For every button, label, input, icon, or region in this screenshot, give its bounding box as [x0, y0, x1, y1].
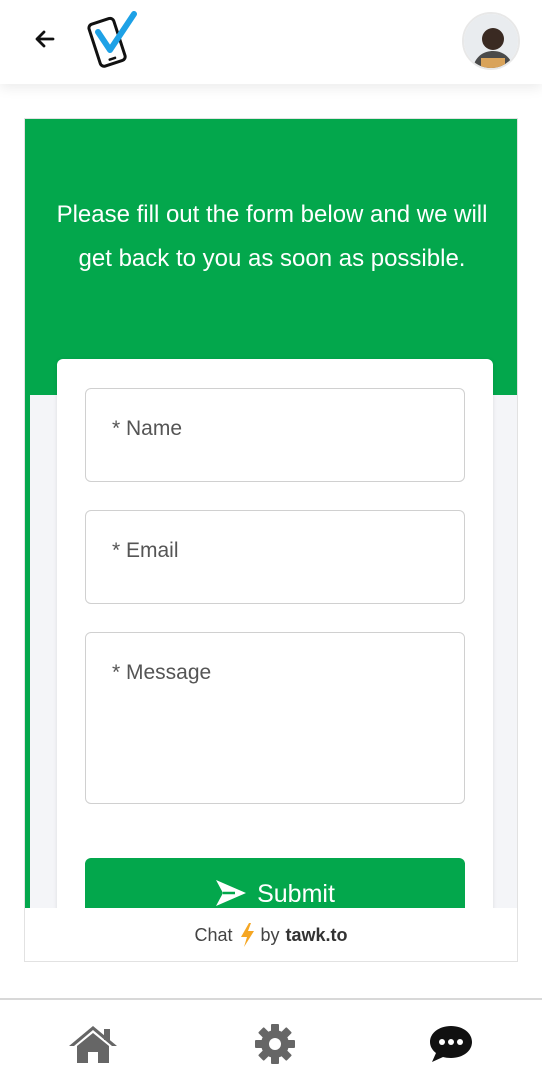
name-placeholder: * Name — [112, 417, 183, 440]
email-placeholder: * Email — [112, 539, 179, 562]
avatar[interactable] — [462, 12, 520, 70]
header-message: Please fill out the form below and we wi… — [56, 201, 488, 272]
footer-brand: tawk.to — [285, 924, 348, 945]
name-field[interactable]: * Name — [85, 388, 465, 482]
gear-icon — [255, 1024, 295, 1064]
email-field[interactable]: * Email — [85, 510, 465, 604]
message-placeholder: * Message — [112, 661, 212, 684]
nav-settings[interactable] — [250, 1022, 300, 1066]
widget-footer[interactable]: Chat by tawk.to — [25, 908, 517, 961]
widget-side-rail — [25, 395, 51, 915]
bottom-navigation — [0, 998, 542, 1080]
back-button[interactable] — [28, 22, 62, 56]
footer-chat-label: Chat — [194, 924, 233, 945]
lightning-icon — [240, 923, 254, 947]
footer-by-label: by — [260, 924, 280, 945]
top-app-bar — [0, 0, 542, 84]
app-logo — [84, 8, 138, 68]
nav-home[interactable] — [68, 1022, 118, 1066]
chat-bubble-icon — [430, 1026, 472, 1062]
phone-check-logo-icon — [87, 11, 137, 68]
contact-form: * Name * Email * Message Submit — [57, 359, 493, 938]
home-icon — [69, 1026, 117, 1063]
widget-header: Please fill out the form below and we wi… — [25, 119, 517, 395]
nav-chat[interactable] — [426, 1022, 476, 1066]
page: Please fill out the form below and we wi… — [0, 0, 542, 1080]
send-icon — [216, 880, 247, 906]
message-field[interactable]: * Message — [85, 632, 465, 804]
submit-label: Submit — [257, 880, 335, 908]
arrow-left-icon — [35, 30, 55, 48]
user-avatar-icon — [464, 14, 518, 68]
chat-widget: Please fill out the form below and we wi… — [24, 118, 518, 962]
